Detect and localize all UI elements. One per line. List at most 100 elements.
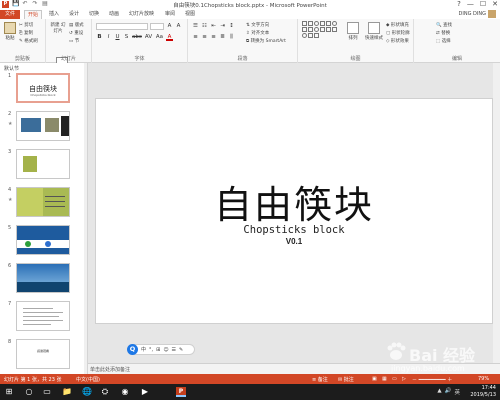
normal-view-icon[interactable]: ▣ [372,376,377,382]
slide-thumbnail-7[interactable] [16,301,70,331]
decrease-indent-icon[interactable]: ⇤ [210,23,217,30]
language-indicator[interactable]: 中文(中国) [76,376,100,383]
section-button[interactable]: ▭ 节 [69,38,79,44]
slide-thumbnail-4[interactable] [16,187,70,217]
close-button[interactable]: ✕ [492,0,498,9]
shape-rect[interactable] [320,21,325,26]
tab-file[interactable]: 文件 [0,10,20,19]
app-icon[interactable]: ◉ [120,387,130,397]
shape-rect[interactable] [308,21,313,26]
ime-mode-icon[interactable]: 中 [141,346,146,354]
ime-handwrite-icon[interactable]: ✎ [179,346,183,354]
tab-design[interactable]: 设计 [66,10,82,19]
shapes-gallery[interactable] [302,21,342,38]
slide-version[interactable]: V0.1 [96,237,492,246]
shape-oval[interactable] [332,21,337,26]
reset-button[interactable]: ↺ 重设 [69,30,83,36]
slide-title[interactable]: 自由筷块 [96,174,492,229]
find-button[interactable]: 🔍 查找 [436,22,452,28]
tab-home[interactable]: 开始 [24,10,43,19]
help-icon[interactable]: ? [457,0,461,9]
tab-review[interactable]: 审阅 [162,10,178,19]
convert-smartart-button[interactable]: ⧉ 转换为 SmartArt [246,38,286,44]
thumbnail-scrollbar[interactable] [84,63,87,374]
input-language-icon[interactable]: 英 [454,388,460,396]
numbering-icon[interactable]: ☷ [201,23,208,30]
tray-expand-icon[interactable]: ▲ [437,388,441,396]
ime-keyboard-icon[interactable]: ⊞ [156,346,160,354]
font-color-button[interactable]: A [166,34,173,41]
layout-button[interactable]: ▤ 版式 [69,22,84,28]
align-text-button[interactable]: ⇳ 对齐文本 [246,30,269,36]
maximize-button[interactable]: ☐ [480,0,486,9]
font-size-select[interactable] [150,23,164,30]
cut-button[interactable]: ✂ 剪切 [19,22,33,28]
grow-font-button[interactable]: A [166,23,173,30]
tab-transitions[interactable]: 切换 [86,10,102,19]
minimize-button[interactable]: — [467,0,474,9]
shape-fill-button[interactable]: ◆ 形状填充 [386,22,409,28]
slide-thumbnail-2[interactable] [16,111,70,141]
tab-animations[interactable]: 动画 [106,10,122,19]
increase-indent-icon[interactable]: ⇥ [219,23,226,30]
format-painter-button[interactable]: ✎ 格式刷 [19,38,38,44]
tab-insert[interactable]: 插入 [46,10,62,19]
settings-icon[interactable]: ⛭ [100,387,110,397]
align-left-icon[interactable]: ≡ [192,34,199,41]
strikethrough-button[interactable]: abc [132,34,142,41]
bullets-icon[interactable]: ☰ [192,23,199,30]
ime-emoji-icon[interactable]: ☺ [163,346,168,354]
ime-logo-icon[interactable]: Q [127,344,138,355]
tab-view[interactable]: 视图 [182,10,198,19]
shape-oval[interactable] [314,27,319,32]
shape-rect[interactable] [326,27,331,32]
copy-button[interactable]: ⎘ 复制 [19,30,33,36]
shape-rect[interactable] [302,27,307,32]
slide-subtitle[interactable]: Chopsticks block [96,224,492,236]
replace-button[interactable]: ⇄ 替换 [436,30,450,36]
shape-rect[interactable] [320,27,325,32]
underline-button[interactable]: U [114,34,121,41]
font-family-select[interactable] [96,23,148,30]
ime-menu-icon[interactable]: ☰ [172,346,176,354]
shape-rect[interactable] [308,27,313,32]
shape-rect[interactable] [308,33,313,38]
user-name[interactable]: DING DING [459,11,486,17]
new-slide-button[interactable]: 新建 幻灯片 [49,22,68,69]
select-button[interactable]: ⬚ 选择 [436,38,451,44]
current-slide[interactable]: 自由筷块 Chopsticks block V0.1 [95,98,493,324]
bold-button[interactable]: B [96,34,103,41]
slide-thumbnail-5[interactable] [16,225,70,255]
section-header[interactable]: 默认节 [4,65,19,72]
columns-icon[interactable]: ⫼ [228,34,235,41]
start-icon[interactable]: ⊞ [4,387,14,397]
shape-rect[interactable] [332,27,337,32]
line-spacing-icon[interactable]: ↕ [228,23,235,30]
canvas-scrollbar[interactable] [493,63,500,363]
shape-oval[interactable] [314,21,319,26]
notes-toggle[interactable]: ≡ 备注 [312,376,328,383]
ime-toolbar[interactable]: Q 中 °, ⊞ ☺ ☰ ✎ [127,344,195,355]
file-explorer-icon[interactable]: 📁 [62,387,72,397]
slide-thumbnail-1[interactable]: 自由筷块 Chopsticks block [16,73,70,103]
quick-styles-button[interactable]: 快速样式 [364,22,384,41]
shape-oval[interactable] [302,33,307,38]
shadow-button[interactable]: S [123,34,130,41]
shape-rect[interactable] [302,21,307,26]
align-center-icon[interactable]: ≡ [201,34,208,41]
paste-button[interactable]: 粘贴 [3,22,17,41]
change-case-button[interactable]: Aa [155,34,164,41]
arrange-button[interactable]: 排列 [344,22,362,41]
shrink-font-button[interactable]: A [175,23,182,30]
shape-outline-button[interactable]: ▢ 形状轮廓 [386,30,410,36]
italic-button[interactable]: I [105,34,112,41]
powerpoint-taskbar-icon[interactable]: P [176,387,186,397]
slide-thumbnail-3[interactable] [16,149,70,179]
align-right-icon[interactable]: ≡ [210,34,217,41]
clock[interactable]: 17:44 2019/5/13 [470,385,496,399]
shape-rect[interactable] [314,33,319,38]
search-icon[interactable]: ○ [24,387,34,397]
comments-toggle[interactable]: ✉ 批注 [338,376,354,383]
ime-punctuation-icon[interactable]: °, [149,346,153,354]
character-spacing-button[interactable]: AV [144,34,153,41]
